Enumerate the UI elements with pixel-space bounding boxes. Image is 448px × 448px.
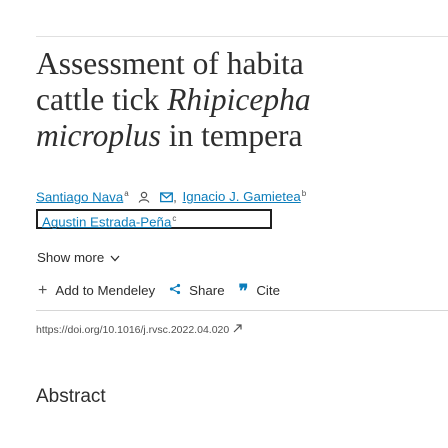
- title-line-3-text: in tempera: [160, 118, 303, 153]
- title-line-1: Assessment of habita: [36, 46, 304, 81]
- share-icon: [169, 283, 181, 298]
- cite-label: Cite: [256, 283, 280, 298]
- doi-link[interactable]: https://doi.org/10.1016/j.rvsc.2022.04.0…: [36, 324, 242, 336]
- doi-url: https://doi.org/10.1016/j.rvsc.2022.04.0…: [36, 324, 230, 336]
- title-species: microplus: [36, 118, 161, 153]
- share-label: Share: [189, 283, 225, 298]
- external-link-icon: [233, 324, 242, 336]
- plus-icon: +: [38, 282, 48, 299]
- show-more-label: Show more: [37, 250, 105, 265]
- chevron-down-icon: [110, 250, 120, 265]
- show-more-button[interactable]: Show more: [37, 250, 120, 265]
- person-icon[interactable]: [138, 191, 150, 206]
- author-name[interactable]: Ignacio J. Gamietea: [183, 189, 301, 204]
- top-divider: [36, 36, 448, 37]
- share-button[interactable]: Share: [169, 283, 225, 298]
- envelope-icon[interactable]: [160, 191, 174, 206]
- title-genus: Rhipicepha: [167, 82, 311, 117]
- divider: [36, 310, 448, 311]
- author-affiliation-marker: c: [172, 214, 177, 223]
- author-affiliation-marker: b: [301, 189, 307, 198]
- author-separator: ,: [173, 189, 177, 205]
- author-name[interactable]: Santiago Nava: [36, 189, 123, 204]
- abstract-heading: Abstract: [36, 386, 106, 407]
- cite-button[interactable]: ❞ Cite: [238, 280, 280, 301]
- quote-icon: ❞: [238, 280, 249, 301]
- title-line-2: cattle tick Rhipicepha: [36, 82, 448, 118]
- add-to-mendeley-button[interactable]: + Add to Mendeley: [38, 282, 156, 299]
- author-name-focused[interactable]: Agustin Estrada-Peñac: [36, 209, 272, 229]
- author-affiliation-marker: a: [124, 189, 129, 198]
- article-actions: + Add to Mendeley Share ❞ Cite: [38, 280, 294, 301]
- add-to-mendeley-label: Add to Mendeley: [55, 283, 156, 298]
- title-line-2-text: cattle tick: [36, 82, 168, 117]
- author-name[interactable]: Agustin Estrada-Peña: [42, 214, 171, 229]
- author-list: Santiago Navaa , Ignacio J. Gamieteab: [36, 189, 448, 206]
- title-line-3: microplus in tempera: [36, 118, 448, 154]
- article-title: Assessment of habita cattle tick Rhipice…: [36, 46, 448, 154]
